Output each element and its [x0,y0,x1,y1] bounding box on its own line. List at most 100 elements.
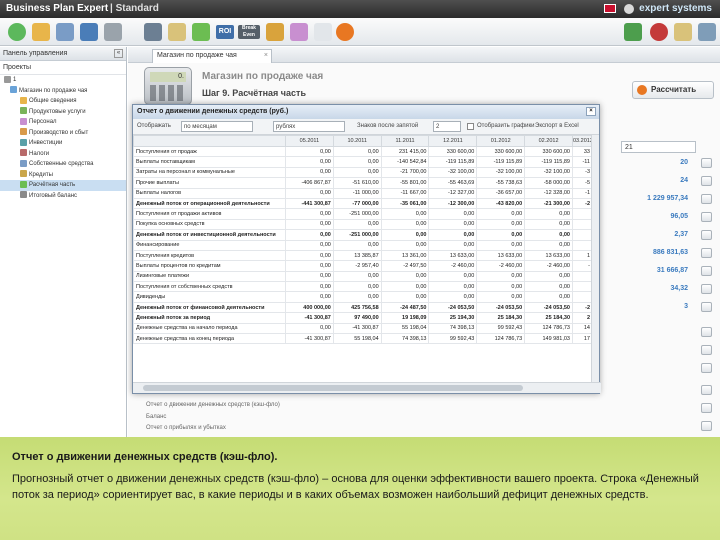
column-header[interactable]: 11.2011 [380,135,430,147]
info-button[interactable] [701,230,712,240]
export-icon[interactable] [314,23,332,41]
scroll-thumb[interactable] [143,385,523,391]
table-cell: 330 600,00 [524,145,573,158]
charts-checkbox[interactable] [467,123,474,130]
tree-item[interactable]: Магазин по продаже чая [0,86,126,97]
table-header-row: 05.2011 10.2011 11.2011 12.2011 01.2012 02.20… [133,135,593,147]
tree-item-label: 1 [13,77,17,83]
table-cell: -55 463,69 [428,177,478,189]
column-header[interactable]: 12.2011 [428,135,478,147]
export-excel-link[interactable]: Экспорт в Excel [535,123,579,129]
table-cell: -2 460,00 [428,260,478,272]
decimals-select[interactable]: 2 [433,121,461,132]
info-button[interactable] [701,284,712,294]
column-header[interactable]: 01.2012 [476,135,526,147]
column-header[interactable]: 10.2011 [332,135,382,147]
tree-item[interactable]: Инвестиции [0,138,126,149]
open-report-button[interactable] [701,327,712,337]
chart-icon[interactable] [192,23,210,41]
table-cell: -24 487,50 [380,301,430,314]
table-row: Лизинговые платежи 0,00 0,00 0,00 0,00 0,00 0,… [133,270,593,283]
result-value: 96,05 [670,213,688,220]
column-header[interactable]: 02.2012 [524,135,573,147]
tree-item-label: Инвестиции [29,140,63,146]
column-header[interactable]: 03.2012 [572,135,593,147]
settings-dot-icon[interactable] [624,4,634,14]
info-button[interactable] [701,302,712,312]
table-cell: -41 300,87 [332,322,382,335]
save-icon[interactable] [80,23,98,41]
info-button[interactable] [701,266,712,276]
collapse-icon[interactable]: « [114,49,123,58]
open-report-button[interactable] [701,363,712,373]
table-cell: 19 198,09 [380,312,430,324]
info-button[interactable] [701,212,712,222]
language-flag-icon[interactable] [604,4,616,13]
breakeven-button[interactable]: Break Even [238,25,260,39]
dialog-close-icon[interactable]: × [586,107,596,116]
help-icon[interactable] [650,23,668,41]
table-row: Выплаты налогов 0,00 -11 000,00 -11 667,00-… [133,187,593,199]
info-icon[interactable] [698,23,716,41]
open-report-button[interactable] [701,385,712,395]
delete-icon[interactable] [104,23,122,41]
open-folder-icon[interactable] [32,23,50,41]
scales-icon[interactable] [168,23,186,41]
calculate-button[interactable]: Рассчитать [632,81,714,99]
tree-item[interactable]: 1 [0,75,126,86]
tree-item[interactable]: Общие сведения [0,96,126,107]
info-button[interactable] [701,194,712,204]
table-cell: 0,00 [476,281,526,293]
charts-label: Отобразить графики [477,123,535,129]
tree-item[interactable]: Персонал [0,117,126,128]
puzzle-icon[interactable] [290,23,308,41]
report-item[interactable]: Отчет о прибылях и убытках [146,425,226,431]
table-cell: -11 000,00 [332,187,382,199]
table-cell: 25 184,30 [476,312,526,324]
table-cell: 124 786,73 [524,322,573,335]
table-row: Прочие выплаты -406 867,87 -51 610,00 -55 8… [133,177,593,189]
table-row: Денежные средства на начало периода 0,00-… [133,322,593,335]
report-item[interactable]: Отчет о движении денежных средств (кэш-ф… [146,402,280,408]
tree-item[interactable]: Кредиты [0,170,126,181]
table-cell: -119 115,89 [524,156,573,168]
column-header[interactable]: 05.2011 [285,135,334,147]
roi-button[interactable]: ROI [216,25,234,39]
windows-icon[interactable] [56,23,74,41]
users-icon[interactable] [624,23,642,41]
caption-title: Отчет о движении денежных средств (кэш-ф… [12,451,278,463]
tree-item[interactable]: Производство и сбыт [0,128,126,139]
new-project-icon[interactable] [8,23,26,41]
tree-item[interactable]: Налоги [0,149,126,160]
vertical-scrollbar[interactable] [591,135,599,383]
tree-item[interactable]: Расчётная часть [0,180,126,191]
open-report-button[interactable] [701,421,712,431]
info-button[interactable] [701,158,712,168]
app-title: Business Plan Expert [6,3,109,14]
column-header[interactable] [133,135,286,147]
currency-select[interactable]: рублях [273,121,345,132]
report-item[interactable]: Баланс [146,414,166,420]
info-button[interactable] [701,176,712,186]
table-cell: -119 115,89 [428,156,478,168]
period-select[interactable]: по месяцам [181,121,253,132]
tree-item[interactable]: Итоговый баланс [0,191,126,202]
row-label: Денежный поток за период [133,312,286,324]
table-cell: 0,00 [524,291,573,303]
tab-project[interactable]: Магазин по продаже чая × [152,49,272,63]
table-cell: -43 820,00 [476,197,526,210]
horizontal-scrollbar[interactable] [133,382,601,393]
cards-icon[interactable] [266,23,284,41]
info-button[interactable] [701,248,712,258]
tree-node-icon [20,107,27,115]
open-report-button[interactable] [701,345,712,355]
run-icon[interactable] [336,23,354,41]
table-cell: 0,00 [285,322,334,335]
period-input[interactable]: 21 [621,141,696,153]
open-report-button[interactable] [701,403,712,413]
tree-item[interactable]: Собственные средства [0,159,126,170]
tab-close-icon[interactable]: × [264,50,268,62]
edit-icon[interactable] [674,23,692,41]
calculator-icon[interactable] [144,23,162,41]
tree-item[interactable]: Продуктовые услуги [0,107,126,118]
